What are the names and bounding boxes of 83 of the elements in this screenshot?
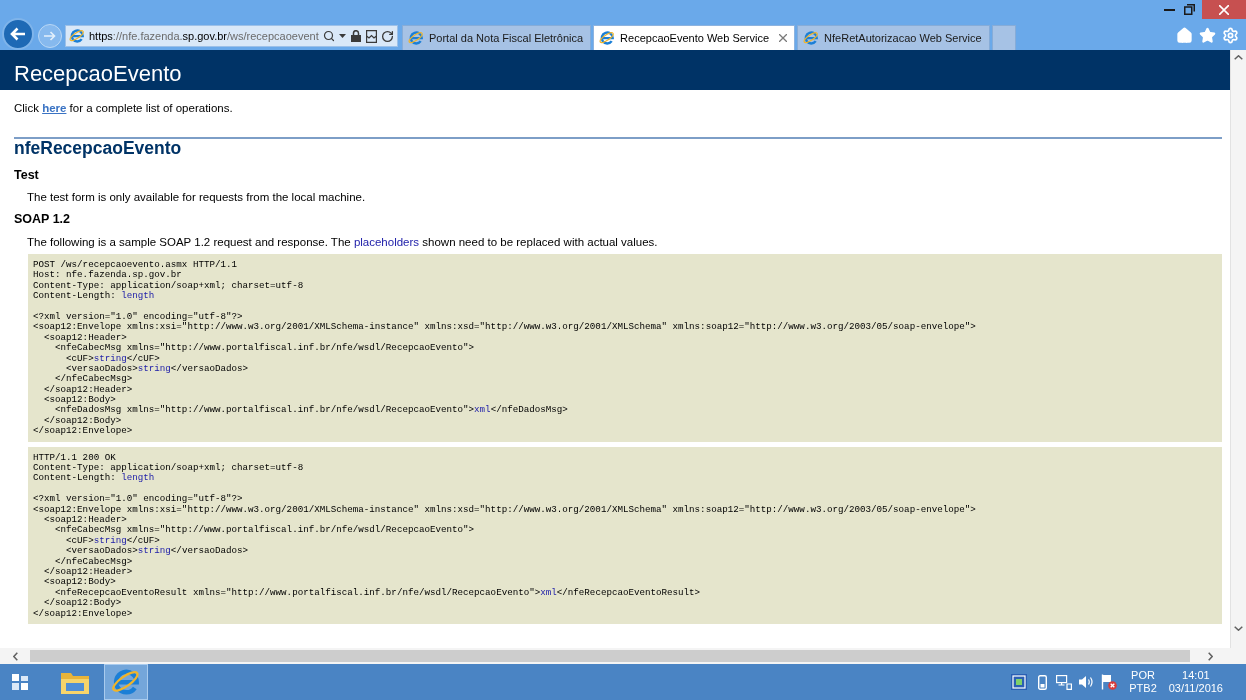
battery-icon[interactable] bbox=[1038, 674, 1048, 690]
code-line: </soap12:Header> bbox=[43, 566, 133, 577]
code-line: <?xml version="1.0" encoding="utf-8"?> bbox=[33, 494, 243, 505]
speaker-icon[interactable] bbox=[1079, 675, 1095, 689]
code-line: <soap12:Envelope xmlns:xsi="http://www.w3.org/2001/XMLSchema-instance" xmlns:xsd="http://www.w3.org/2001/XMLSchema" xmlns:soap12="http://www.w3.org/2003/05/soap-envelope"> bbox=[33, 322, 976, 333]
code-line: <cUF>string</cUF> bbox=[65, 353, 160, 364]
close-icon[interactable] bbox=[779, 34, 788, 42]
code-line: <soap12:Body> bbox=[43, 395, 116, 406]
code-line: <cUF>string</cUF> bbox=[65, 535, 160, 546]
settings-icon[interactable] bbox=[1222, 26, 1239, 44]
clock-time[interactable]: 14:01 bbox=[1182, 669, 1210, 682]
code-line: <soap12:Header> bbox=[43, 515, 127, 525]
section-heading: Test bbox=[14, 168, 39, 182]
code-line: Content-Length: length bbox=[33, 473, 155, 484]
address-bar[interactable]: https://nfe.fazenda.sp.gov.br/ws/recepcaoevent bbox=[65, 25, 398, 47]
soap-note: The following is a sample SOAP 1.2 request and response. The placeholders shown need to be replaced with actual values. bbox=[27, 235, 658, 249]
code-line: <?xml version="1.0" encoding="utf-8"?> bbox=[33, 311, 243, 322]
clock-date[interactable]: 03/11/2016 bbox=[1168, 682, 1223, 695]
torn-page-icon[interactable] bbox=[366, 29, 377, 43]
browser-tab[interactable]: Portal da Nota Fiscal Eletrônica bbox=[402, 25, 592, 50]
code-line: Content-Type: application/soap+xml; charset=utf-8 bbox=[33, 280, 304, 291]
code-line: Content-Length: length bbox=[33, 291, 155, 302]
code-line: <nfeCabecMsg xmlns="http://www.portalfiscal.inf.br/nfe/wsdl/RecepcaoEvento"> bbox=[54, 343, 475, 354]
caret-left-icon[interactable] bbox=[12, 651, 18, 661]
horizontal-scrollbar[interactable] bbox=[0, 648, 1230, 664]
restore-icon[interactable] bbox=[1184, 4, 1195, 15]
close-icon bbox=[1219, 4, 1229, 15]
forward-button[interactable] bbox=[38, 24, 62, 48]
code-line: <nfeCabecMsg xmlns="http://www.portalfiscal.inf.br/nfe/wsdl/RecepcaoEvento"> bbox=[54, 525, 475, 536]
start-icon[interactable] bbox=[12, 674, 28, 690]
code-line: <soap12:Header> bbox=[43, 332, 127, 343]
code-line: </soap12:Envelope> bbox=[33, 608, 133, 619]
star-icon[interactable] bbox=[1199, 26, 1216, 44]
test-note: The test form is only available for requests from the local machine. bbox=[27, 190, 366, 204]
section-heading: SOAP 1.2 bbox=[14, 212, 71, 226]
code-line: </nfeCabecMsg> bbox=[54, 374, 133, 385]
scrollbar-thumb[interactable] bbox=[30, 650, 1190, 662]
operations-link[interactable]: here bbox=[42, 102, 67, 114]
code-line: <nfeRecepcaoEventoResult xmlns="http://www.portalfiscal.inf.br/nfe/wsdl/RecepcaoEvento">xml</nfeRecepcaoEventoResult> bbox=[54, 587, 701, 598]
ie-logo-icon bbox=[408, 30, 424, 46]
refresh-icon[interactable] bbox=[381, 29, 394, 43]
keyboard-layout[interactable]: PTB2 bbox=[1129, 682, 1157, 695]
taskbar-button[interactable] bbox=[104, 664, 148, 700]
code-line: </soap12:Body> bbox=[43, 415, 122, 426]
flag-icon[interactable] bbox=[1101, 674, 1118, 690]
close-button[interactable] bbox=[1202, 0, 1246, 19]
network-icon[interactable] bbox=[1056, 674, 1073, 690]
operations-note: Click here for a complete list of operations. bbox=[14, 102, 233, 115]
code-line: <soap12:Envelope xmlns:xsi="http://www.w3.org/2001/XMLSchema-instance" xmlns:xsd="http://www.w3.org/2001/XMLSchema" xmlns:soap12="http://www.w3.org/2003/05/soap-envelope"> bbox=[33, 504, 976, 515]
code-line: </soap12:Envelope> bbox=[33, 426, 133, 437]
caret-up-icon[interactable] bbox=[1234, 55, 1243, 60]
code-line: <versaoDados>string</versaoDados> bbox=[65, 363, 249, 374]
lock-icon[interactable] bbox=[351, 30, 361, 42]
vertical-scrollbar[interactable] bbox=[1230, 50, 1246, 648]
code-line: Host: nfe.fazenda.sp.gov.br bbox=[33, 270, 182, 281]
code-line: <soap12:Body> bbox=[43, 577, 116, 588]
code-line: </soap12:Header> bbox=[43, 384, 133, 395]
arrow-right-icon bbox=[44, 31, 56, 41]
code-line: HTTP/1.1 200 OK bbox=[33, 452, 116, 463]
operation-heading: nfeRecepcaoEvento bbox=[14, 139, 182, 157]
code-line: Content-Type: application/soap+xml; charset=utf-8 bbox=[33, 463, 304, 474]
code-line: POST /ws/recepcaoevento.asmx HTTP/1.1 bbox=[33, 260, 237, 270]
code-line: <nfeDadosMsg xmlns="http://www.portalfiscal.inf.br/nfe/wsdl/RecepcaoEvento">xml</nfeDadosMsg> bbox=[54, 405, 568, 416]
url-text: https://nfe.fazenda.sp.gov.br/ws/recepcaoevent bbox=[89, 28, 319, 44]
caret-down-icon[interactable] bbox=[1234, 626, 1243, 631]
caret-right-icon[interactable] bbox=[1207, 651, 1213, 661]
ie-logo-icon bbox=[69, 28, 85, 44]
ie-logo-icon bbox=[803, 30, 820, 46]
code-line: <versaoDados>string</versaoDados> bbox=[65, 546, 249, 557]
ie-logo-icon bbox=[111, 667, 141, 697]
caret-down-icon[interactable] bbox=[339, 34, 346, 38]
tile-icon[interactable] bbox=[1011, 674, 1028, 690]
arrow-left-icon bbox=[10, 27, 26, 41]
ie-logo-icon bbox=[599, 30, 616, 46]
browser-tab[interactable]: NfeRetAutorizacao Web Service bbox=[797, 25, 990, 50]
page-title: RecepcaoEvento bbox=[14, 60, 182, 88]
back-button[interactable] bbox=[2, 18, 34, 50]
code-line: </soap12:Body> bbox=[43, 598, 122, 609]
home-icon[interactable] bbox=[1176, 26, 1193, 44]
browser-tab[interactable]: RecepcaoEvento Web Service bbox=[593, 25, 796, 50]
input-language[interactable]: POR bbox=[1131, 669, 1155, 682]
search-icon[interactable] bbox=[323, 30, 335, 42]
code-line: </nfeCabecMsg> bbox=[54, 556, 133, 567]
